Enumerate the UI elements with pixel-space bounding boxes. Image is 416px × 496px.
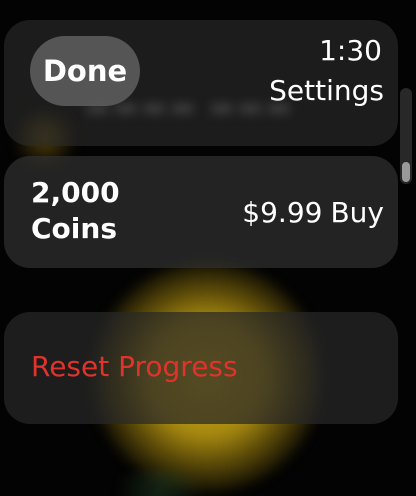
watch-screen: ▬▬▬▬ ▬▬▬ 2,000 Coins $9.99 Buy Reset Prog… [0,0,416,496]
coins-purchase-item[interactable]: 2,000 Coins $9.99 Buy [4,156,398,268]
reset-progress-label: Reset Progress [31,350,238,383]
coins-label: Coins [31,212,117,245]
coins-amount: 2,000 [31,176,120,209]
buy-price-group[interactable]: $9.99 Buy [242,196,384,229]
buy-button[interactable]: Buy [330,196,384,229]
price-label: $9.99 [242,196,323,229]
page-title: Settings [269,74,384,107]
scroll-thumb[interactable] [402,162,410,182]
scrollbar[interactable] [400,88,412,184]
clock: 1:30 [319,34,382,67]
done-button[interactable]: Done [30,36,140,106]
reset-progress-button[interactable]: Reset Progress [4,312,398,424]
